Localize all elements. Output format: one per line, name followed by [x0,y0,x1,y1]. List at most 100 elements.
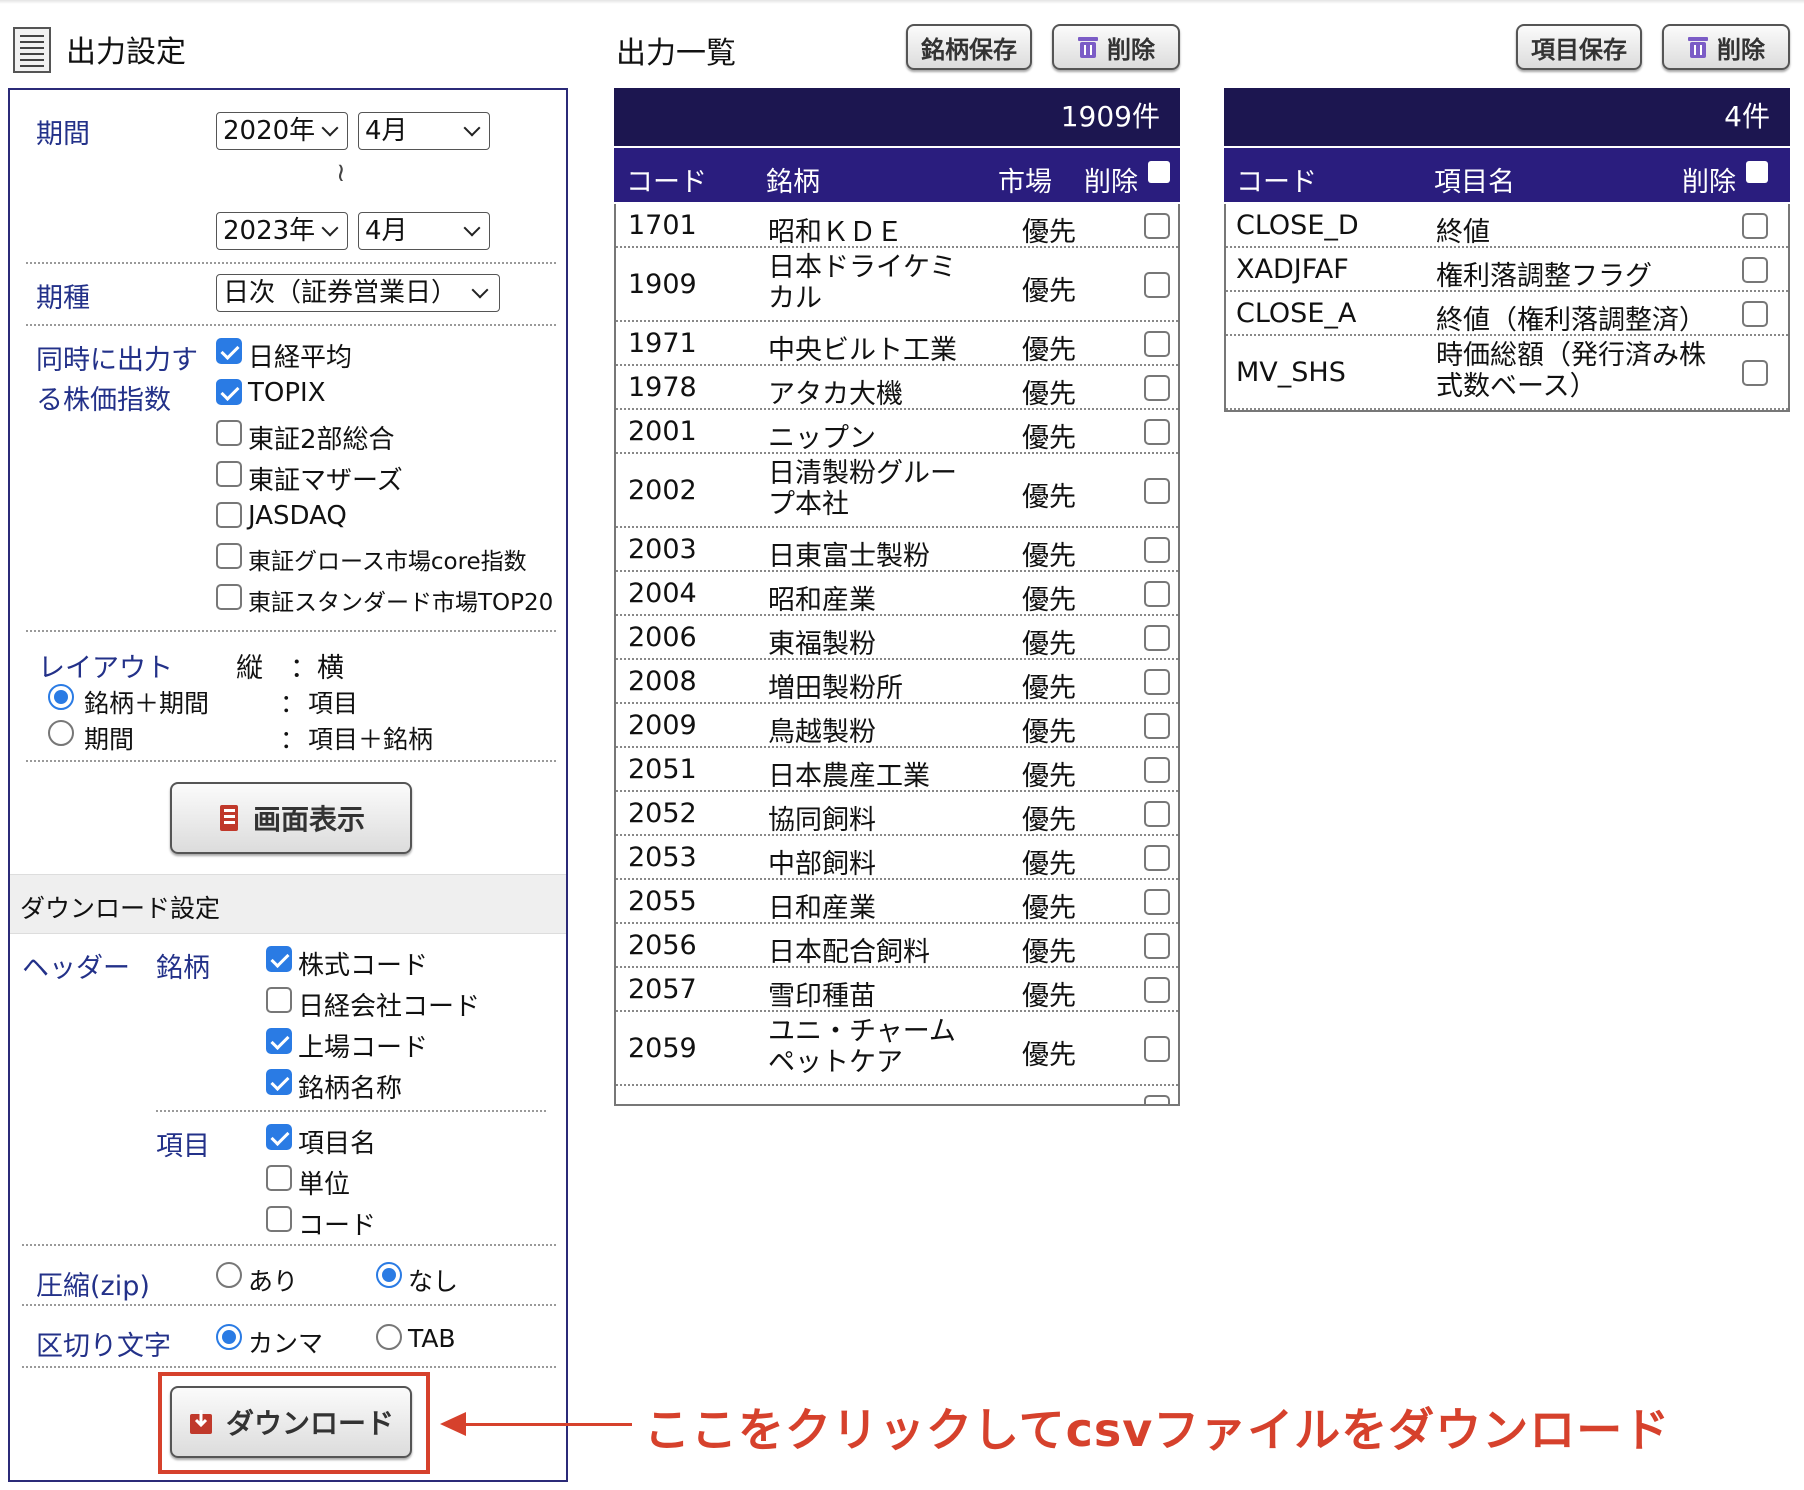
table-row: 2052 協同飼料 優先 [616,792,1178,836]
row-delete-checkbox[interactable] [1144,331,1170,357]
brand-header-checkbox[interactable] [266,946,292,972]
kind-field[interactable]: 日次（証券営業日） [216,274,500,312]
index-checkbox[interactable] [216,502,242,528]
row-delete-checkbox[interactable] [1144,537,1170,563]
index-checkbox[interactable] [216,584,242,610]
row-delete-checkbox[interactable] [1144,1095,1170,1104]
row-delete-checkbox[interactable] [1742,257,1768,283]
item-table-header: コード 項目名 削除 [1224,148,1790,202]
row-delete-checkbox[interactable] [1144,1036,1170,1062]
row-delete-checkbox[interactable] [1144,375,1170,401]
table-row: 1978 アタカ大機 優先 [616,366,1178,410]
row-delete-checkbox[interactable] [1144,845,1170,871]
row-name: 中央ビルト工業 [768,335,957,366]
select-all-items-checkbox[interactable] [1746,161,1768,183]
period-from-year-field[interactable]: 2020年 [216,112,348,150]
brand-header-checkbox[interactable] [266,987,292,1013]
row-market: 優先 [1022,541,1076,572]
brand-header-option-label: 上場コード [298,1033,429,1063]
index-option-label: 東証グロース市場core指数 [248,549,527,575]
period-to-month-select[interactable]: 4月 [358,212,490,250]
delimiter-label: 区切り文字 [36,1331,171,1362]
row-name: 日清製粉グルー [768,458,957,489]
row-delete-checkbox[interactable] [1742,301,1768,327]
row-name: 協同飼料 [768,805,876,836]
row-name: プ本社 [768,489,849,520]
save-brands-button[interactable]: 銘柄保存 [906,24,1032,70]
period-from-year-select[interactable]: 2020年 [216,112,348,150]
row-name: 式数ベース） [1436,371,1597,402]
item-header-checkbox[interactable] [266,1206,292,1232]
row-name: 日本ドライケミ [768,252,957,283]
divider [26,760,556,762]
brand-header-checkbox[interactable] [266,1028,292,1054]
row-code: 1978 [628,372,697,403]
table-row: 2056 日本配合飼料 優先 [616,924,1178,968]
zip-radio-no[interactable] [376,1262,402,1288]
item-header-option-label: 単位 [298,1170,351,1200]
index-checkbox[interactable] [216,379,242,405]
row-delete-checkbox[interactable] [1144,478,1170,504]
row-market: 優先 [1022,761,1076,792]
trash-icon [1688,37,1708,58]
period-to-month-field[interactable]: 4月 [358,212,490,250]
table-row: CLOSE_D 終値 [1226,204,1788,248]
row-name: 日和産業 [768,893,876,924]
layout-radio-brand-period[interactable] [48,684,74,710]
row-delete-checkbox[interactable] [1742,213,1768,239]
item-table-body: CLOSE_D 終値 XADJFAF 権利落調整フラグ CLOSE_A 終値（権利落調整済… [1224,204,1790,412]
settings-title: 出力設定 [66,35,186,70]
delete-items-button[interactable]: 削除 [1662,24,1790,70]
row-code: 1909 [628,269,697,300]
delimiter-radio-comma[interactable] [216,1324,242,1350]
item-header-checkbox[interactable] [266,1165,292,1191]
row-delete-checkbox[interactable] [1144,933,1170,959]
row-delete-checkbox[interactable] [1144,419,1170,445]
brand-header-option-label: 銘柄名称 [298,1074,403,1104]
row-name: ニップン [768,423,876,454]
index-checkbox[interactable] [216,420,242,446]
layout-radio-period[interactable] [48,720,74,746]
display-button[interactable]: 画面表示 [170,782,412,854]
item-header-checkbox[interactable] [266,1124,292,1150]
trash-icon [1078,37,1098,58]
row-delete-checkbox[interactable] [1144,272,1170,298]
row-name: アタカ大機 [768,379,903,410]
index-checkbox[interactable] [216,461,242,487]
download-button[interactable]: ダウンロード [170,1386,412,1458]
index-checkbox[interactable] [216,543,242,569]
row-delete-checkbox[interactable] [1144,213,1170,239]
layout-label: レイアウト [38,653,173,684]
kind-select[interactable]: 日次（証券営業日） [216,274,500,312]
row-delete-checkbox[interactable] [1144,581,1170,607]
table-row: 2006 東福製粉 優先 [616,616,1178,660]
row-code: 1701 [628,210,697,241]
zip-radio-yes[interactable] [216,1262,242,1288]
display-button-label: 画面表示 [252,803,365,836]
delimiter-radio-tab[interactable] [376,1324,402,1350]
row-delete-checkbox[interactable] [1144,713,1170,739]
row-delete-checkbox[interactable] [1144,801,1170,827]
header-label: ヘッダー [22,953,130,984]
layout-option-2-right: 項目＋銘柄 [308,725,434,754]
row-code: 2057 [628,974,697,1005]
brand-header-checkbox[interactable] [266,1069,292,1095]
row-delete-checkbox[interactable] [1144,889,1170,915]
row-delete-checkbox[interactable] [1144,669,1170,695]
col-delete: 削除 [1084,167,1138,198]
row-delete-checkbox[interactable] [1144,625,1170,651]
row-delete-checkbox[interactable] [1742,360,1768,386]
period-from-month-field[interactable]: 4月 [358,112,490,150]
save-items-button[interactable]: 項目保存 [1516,24,1642,70]
row-market: 優先 [1022,1040,1076,1071]
delete-brands-button[interactable]: 削除 [1052,24,1180,70]
row-delete-checkbox[interactable] [1144,757,1170,783]
period-to-year-field[interactable]: 2023年 [216,212,348,250]
select-all-brands-checkbox[interactable] [1148,161,1170,183]
item-header-option-label: 項目名 [298,1129,377,1159]
row-delete-checkbox[interactable] [1144,977,1170,1003]
period-from-month-select[interactable]: 4月 [358,112,490,150]
row-market: 優先 [1022,893,1076,924]
period-to-year-select[interactable]: 2023年 [216,212,348,250]
index-checkbox[interactable] [216,338,242,364]
